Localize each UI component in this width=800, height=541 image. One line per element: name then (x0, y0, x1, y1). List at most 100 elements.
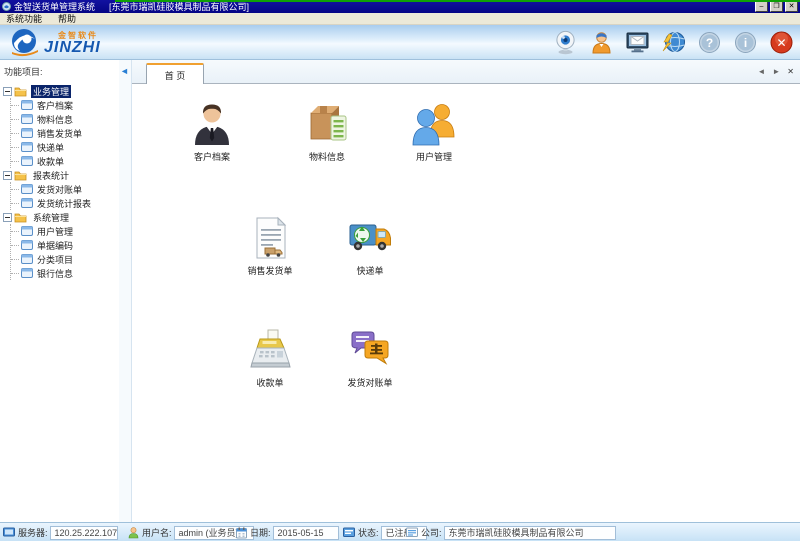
tree-node-system-mgmt[interactable]: 系统管理 (0, 210, 119, 224)
maximize-button[interactable]: ❐ (770, 1, 783, 12)
screen-edge-artifact (115, 0, 800, 2)
shortcut-label: 销售发货单 (225, 264, 315, 277)
shortcut-sales-delivery[interactable]: 销售发货单 (225, 215, 315, 277)
date-label: 日期: (250, 526, 271, 539)
folder-icon (14, 86, 27, 97)
shortcut-label: 客户档案 (167, 150, 257, 163)
app-icon (2, 2, 11, 11)
folder-icon (14, 170, 27, 181)
company-value: 东莞市瑞凯硅胶模具制品有限公司 (444, 526, 616, 540)
tabbar: 首 页 ◄ ► ✕ (132, 60, 800, 84)
shortcut-statement[interactable]: 发货对账单 (325, 327, 415, 389)
tree-label: 报表统计 (31, 169, 71, 182)
content-panel: 首 页 ◄ ► ✕ 客户档案 (131, 60, 800, 522)
close-button[interactable]: ✕ (785, 1, 798, 12)
tree-leaf-delivery-statement[interactable]: 发货对账单 (11, 182, 119, 196)
tree-node-business-mgmt[interactable]: 业务管理 (0, 84, 119, 98)
menu-help[interactable]: 帮助 (58, 12, 76, 25)
form-icon (21, 198, 33, 208)
user-icon (128, 527, 139, 539)
shortcut-material-info[interactable]: 物料信息 (282, 101, 372, 163)
company-icon (406, 527, 418, 538)
shortcut-customer-file[interactable]: 客户档案 (167, 101, 257, 163)
tree-leaf-user-mgmt[interactable]: 用户管理 (11, 224, 119, 238)
globe-icon[interactable] (661, 30, 686, 55)
sales-delivery-icon (247, 215, 293, 261)
shortcut-user-management[interactable]: 用户管理 (389, 101, 479, 163)
sidebar-header: 功能项目: (0, 63, 119, 84)
form-icon (21, 142, 33, 152)
tree-leaf-express[interactable]: 快递单 (11, 140, 119, 154)
brand-name-en: JINZHI (44, 41, 101, 54)
material-icon (304, 101, 350, 147)
sidebar-splitter[interactable]: ◄ (119, 60, 131, 522)
shortcut-receipt[interactable]: 收款单 (225, 327, 315, 389)
svg-text:?: ? (706, 36, 713, 50)
receipt-register-icon (247, 327, 293, 373)
statement-chat-icon (347, 327, 393, 373)
tab-scroll-right-icon[interactable]: ► (772, 67, 780, 77)
tree-leaf-doc-coding[interactable]: 单据编码 (11, 238, 119, 252)
collapse-box-icon[interactable] (3, 213, 12, 222)
tab-scroll-left-icon[interactable]: ◄ (757, 67, 765, 77)
form-icon (21, 184, 33, 194)
shortcut-label: 发货对账单 (325, 376, 415, 389)
tree-node-report-stats[interactable]: 报表统计 (0, 168, 119, 182)
tree-leaf-delivery-report[interactable]: 发货统计报表 (11, 196, 119, 210)
status-label: 状态: (358, 526, 379, 539)
shortcut-express[interactable]: 快递单 (325, 215, 415, 277)
jinzhi-logo-icon (8, 26, 42, 58)
server-value: 120.25.222.107 (50, 526, 118, 540)
monitor-mail-icon[interactable] (625, 30, 650, 55)
form-icon (21, 268, 33, 278)
statusbar: 服务器: 120.25.222.107 用户名: admin (业务员) 日期:… (0, 522, 800, 541)
form-icon (21, 226, 33, 236)
status-icon (343, 527, 355, 538)
function-tree: 业务管理 客户档案 物料信息 销售发货单 (0, 84, 119, 280)
sidebar: 功能项目: 业务管理 客户档案 (0, 60, 119, 522)
form-icon (21, 156, 33, 166)
logo: 金智软件 JINZHI (8, 26, 101, 58)
form-icon (21, 128, 33, 138)
tree-leaf-sales-delivery[interactable]: 销售发货单 (11, 126, 119, 140)
user-label: 用户名: (142, 526, 172, 539)
collapse-box-icon[interactable] (3, 171, 12, 180)
workspace: 功能项目: 业务管理 客户档案 (0, 60, 800, 522)
form-icon (21, 100, 33, 110)
tree-leaf-category[interactable]: 分类项目 (11, 252, 119, 266)
folder-icon (14, 212, 27, 223)
form-icon (21, 114, 33, 124)
tab-close-icon[interactable]: ✕ (787, 67, 794, 77)
tab-home[interactable]: 首 页 (146, 63, 204, 84)
minimize-button[interactable]: – (755, 1, 768, 12)
server-icon (3, 527, 15, 538)
company-label: 公司: (421, 526, 442, 539)
window-title: 金智送货单管理系统 (14, 0, 95, 13)
tree-label: 业务管理 (31, 85, 71, 98)
tree-leaf-material-info[interactable]: 物料信息 (11, 112, 119, 126)
webcam-icon[interactable] (553, 30, 578, 55)
tree-leaf-receipt[interactable]: 收款单 (11, 154, 119, 168)
toolbar-band: 金智软件 JINZHI (0, 25, 800, 60)
tree-leaf-bank-info[interactable]: 银行信息 (11, 266, 119, 280)
close-icon[interactable]: ✕ (769, 30, 794, 55)
home-canvas: 客户档案 物料信息 (132, 84, 800, 522)
shortcut-label: 物料信息 (282, 150, 372, 163)
help-icon[interactable]: ? (697, 30, 722, 55)
date-value: 2015-05-15 (273, 526, 339, 540)
svg-text:✕: ✕ (776, 36, 786, 50)
menubar: 系统功能 帮助 (0, 13, 800, 25)
svg-text:i: i (744, 36, 747, 50)
operator-icon[interactable] (589, 30, 614, 55)
form-icon (21, 254, 33, 264)
shortcut-label: 快递单 (325, 264, 415, 277)
menu-system[interactable]: 系统功能 (6, 12, 42, 25)
calendar-icon (236, 527, 247, 539)
sidebar-collapse-icon[interactable]: ◄ (120, 66, 129, 76)
collapse-box-icon[interactable] (3, 87, 12, 96)
shortcut-label: 用户管理 (389, 150, 479, 163)
info-icon[interactable]: i (733, 30, 758, 55)
user-management-icon (411, 101, 457, 147)
toolbar-icons: ? i ✕ (553, 25, 794, 60)
tree-leaf-customer-file[interactable]: 客户档案 (11, 98, 119, 112)
